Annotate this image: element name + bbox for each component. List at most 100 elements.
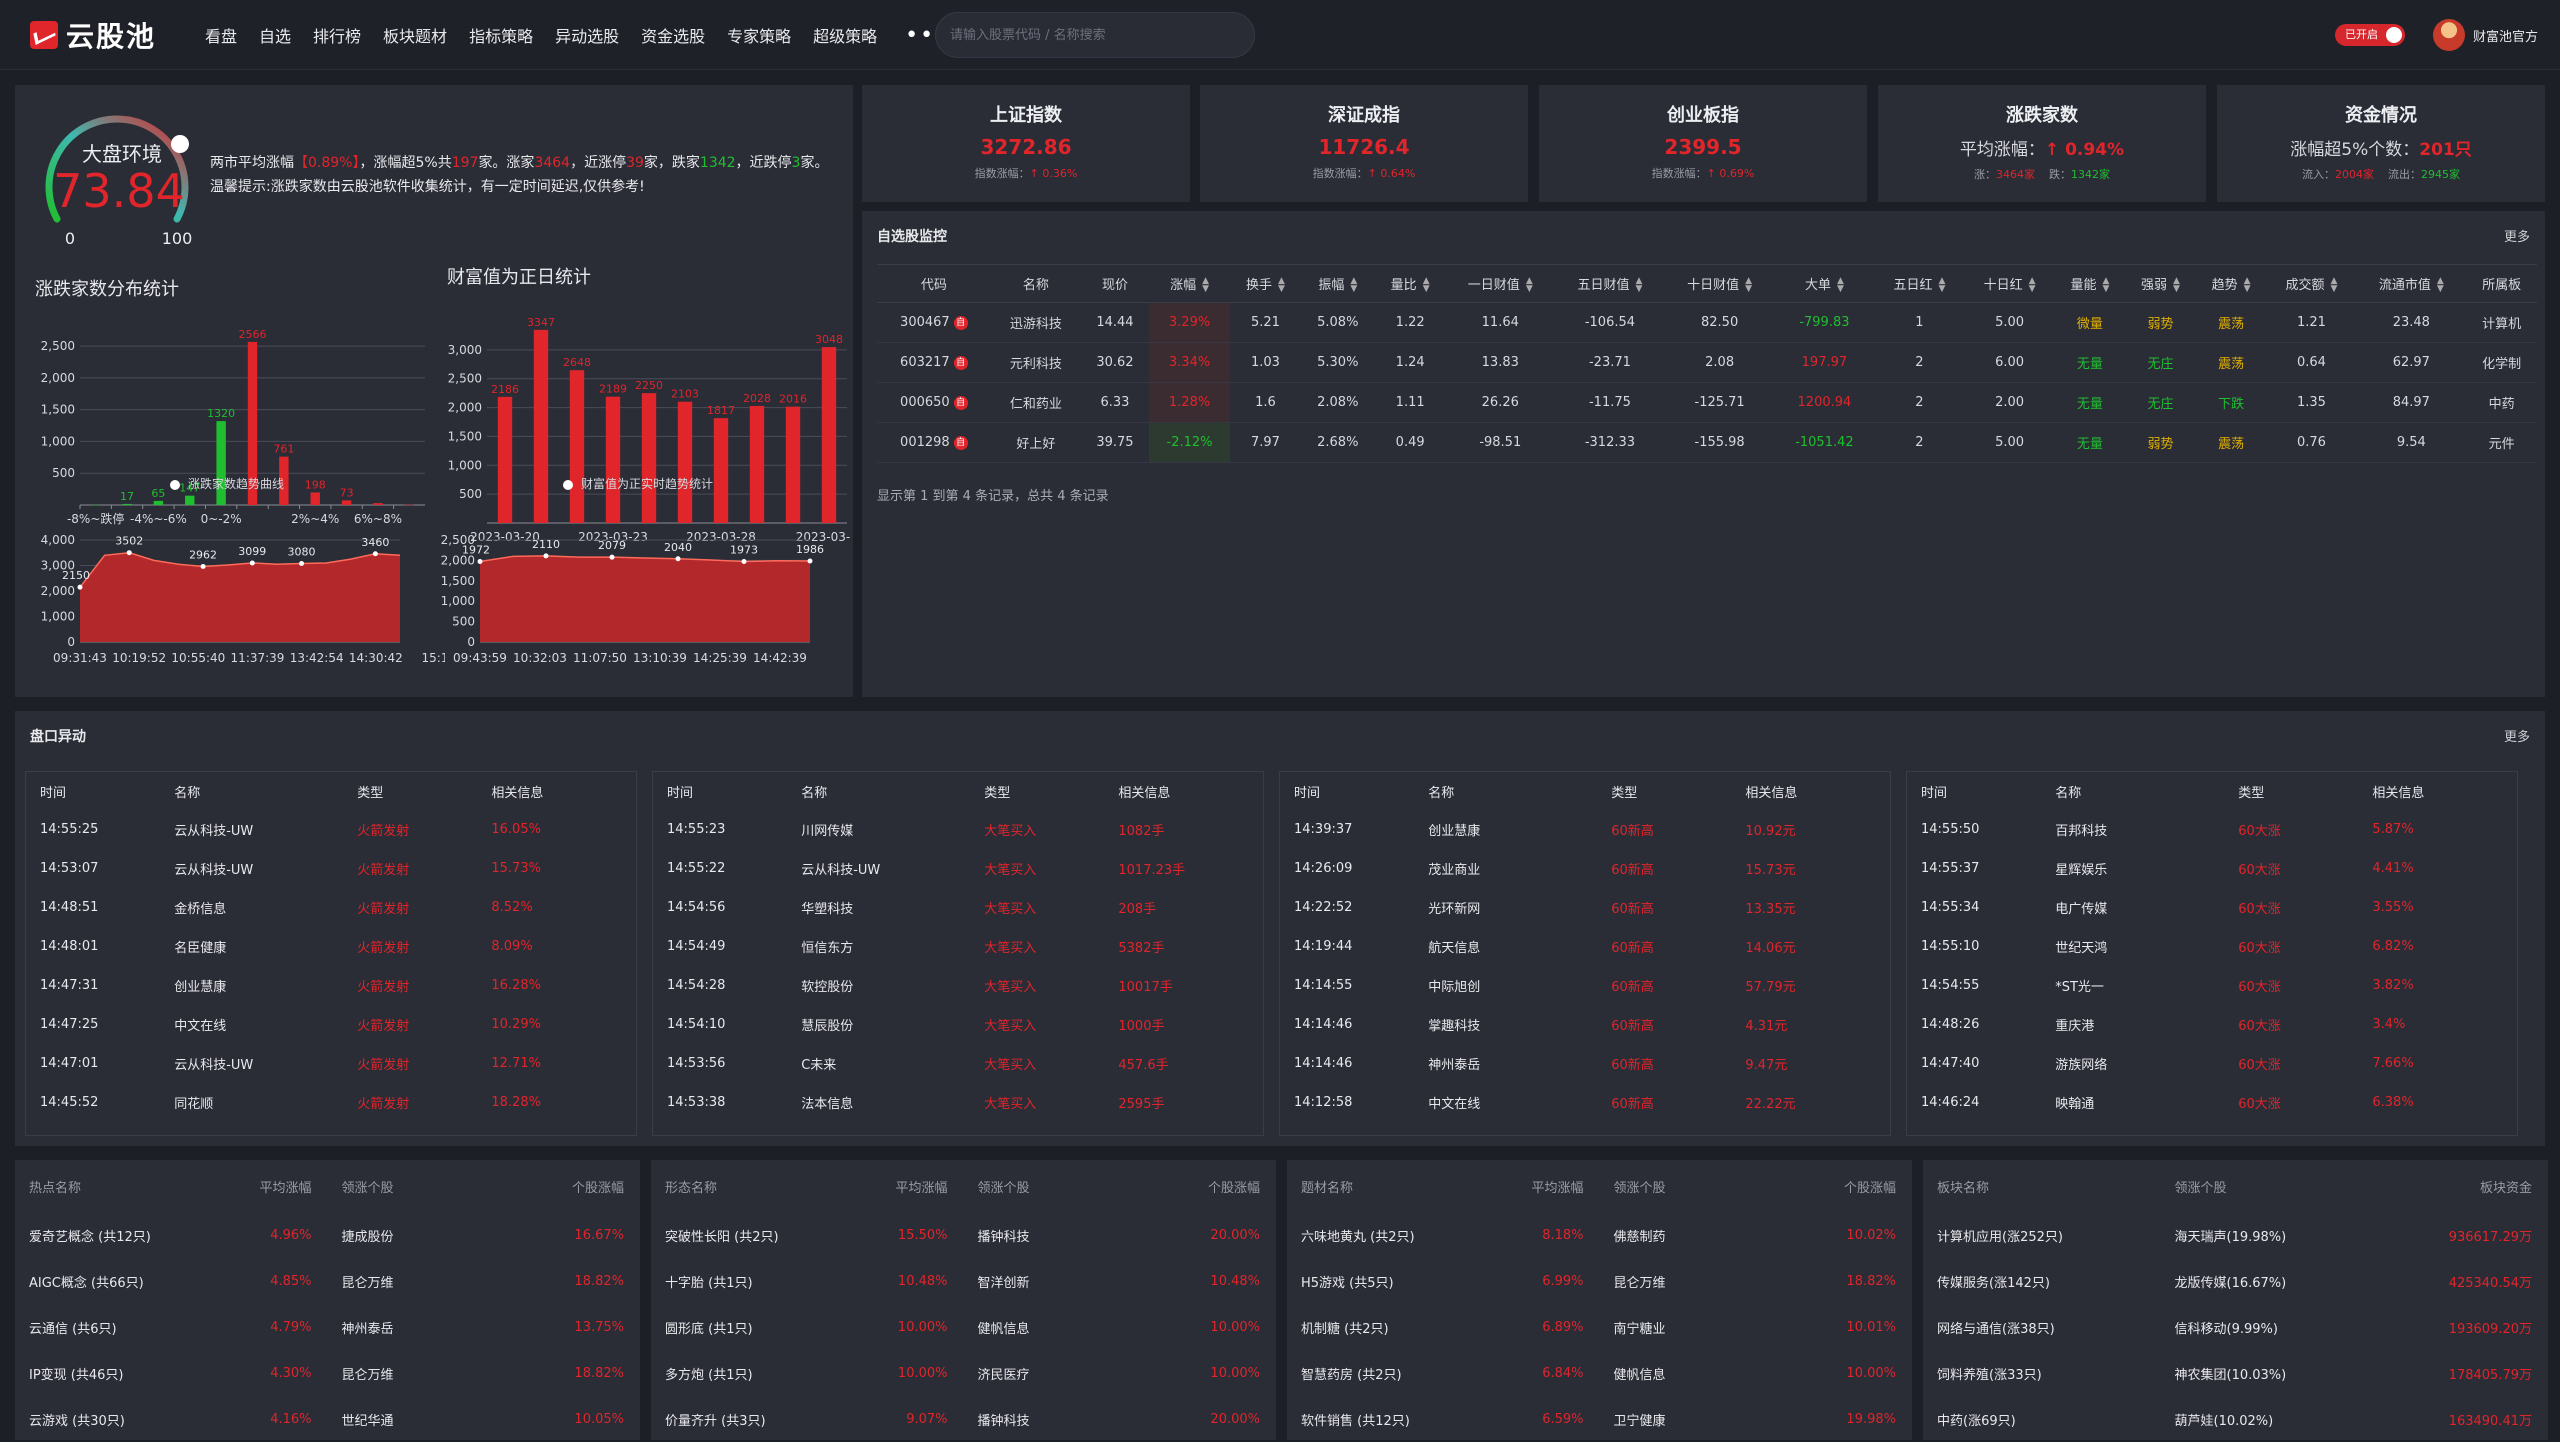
column-header[interactable]: 一日财值 ▲ ▼ <box>1445 264 1556 303</box>
movement-row[interactable]: 14:47:01 云从科技-UW 火箭发射 12.71% <box>26 1044 636 1083</box>
table-row[interactable]: 突破性长阳 (共2只) 15.50% 播钟科技 20.00% <box>651 1212 1276 1258</box>
column-header[interactable]: 大单 ▲ ▼ <box>1774 264 1875 303</box>
index-card-chinext[interactable]: 创业板指 2399.5 指数涨幅：↑ 0.69% <box>1539 85 1867 202</box>
table-row[interactable]: 软件销售 (共12只) 6.59% 卫宁健康 19.98% <box>1287 1396 1912 1442</box>
sort-icon[interactable]: ▲ ▼ <box>1278 277 1285 294</box>
movement-row[interactable]: 14:12:58 中文在线 60新高 22.22元 <box>1280 1083 1890 1122</box>
table-row[interactable]: 传媒服务(涨142只) 龙版传媒(16.67%) 425340.54万 <box>1923 1258 2548 1304</box>
table-row[interactable]: IP变现 (共46只) 4.30% 昆仑万维 18.82% <box>15 1350 640 1396</box>
sort-icon[interactable]: ▲ ▼ <box>1202 277 1209 294</box>
movement-row[interactable]: 14:14:46 神州泰岳 60新高 9.47元 <box>1280 1044 1890 1083</box>
sort-icon[interactable]: ▲ ▼ <box>1745 277 1752 294</box>
movement-row[interactable]: 14:54:28 软控股份 大笔买入 10017手 <box>653 966 1263 1005</box>
column-header[interactable]: 成交额 ▲ ▼ <box>2266 264 2357 303</box>
table-row[interactable]: 网络与通信(涨38只) 信科移动(9.99%) 193609.20万 <box>1923 1304 2548 1350</box>
sort-icon[interactable]: ▲ ▼ <box>2029 277 2036 294</box>
column-header[interactable]: 量比 ▲ ▼ <box>1374 264 1446 303</box>
movement-row[interactable]: 14:54:10 慧辰股份 大笔买入 1000手 <box>653 1005 1263 1044</box>
sort-icon[interactable]: ▲ ▼ <box>1837 277 1844 294</box>
column-header[interactable]: 十日财值 ▲ ▼ <box>1664 264 1775 303</box>
table-row[interactable]: 十字胎 (共1只) 10.48% 智洋创新 10.48% <box>651 1258 1276 1304</box>
table-row[interactable]: 智慧药房 (共2只) 6.84% 健帆信息 10.00% <box>1287 1350 1912 1396</box>
movement-row[interactable]: 14:26:09 茂业商业 60新高 15.73元 <box>1280 849 1890 888</box>
table-row[interactable]: 圆形底 (共1只) 10.00% 健帆信息 10.00% <box>651 1304 1276 1350</box>
table-row[interactable]: 中药(涨69只) 葫芦娃(10.02%) 163490.41万 <box>1923 1396 2548 1442</box>
column-header[interactable]: 振幅 ▲ ▼ <box>1300 264 1375 303</box>
movement-row[interactable]: 14:55:10 世纪天鸿 60大涨 6.82% <box>1907 927 2517 966</box>
user-name[interactable]: 财富池官方 <box>2473 26 2538 45</box>
column-header[interactable]: 涨幅 ▲ ▼ <box>1148 264 1231 303</box>
sort-icon[interactable]: ▲ ▼ <box>1423 277 1430 294</box>
nav-item-indicator-strategy[interactable]: 指标策略 <box>469 23 533 47</box>
table-row[interactable]: 多方炮 (共1只) 10.00% 济民医疗 10.00% <box>651 1350 1276 1396</box>
movement-row[interactable]: 14:39:37 创业慧康 60新高 10.92元 <box>1280 810 1890 849</box>
nav-item-super-strategy[interactable]: 超级策略 <box>813 23 877 47</box>
movement-more-link[interactable]: 更多 <box>2504 726 2530 745</box>
sort-icon[interactable]: ▲ ▼ <box>1526 277 1533 294</box>
movement-row[interactable]: 14:53:56 C未来 大笔买入 457.6手 <box>653 1044 1263 1083</box>
table-row[interactable]: 计算机应用(涨252只) 海天瑞声(19.98%) 936617.29万 <box>1923 1212 2548 1258</box>
movement-row[interactable]: 14:48:51 金桥信息 火箭发射 8.52% <box>26 888 636 927</box>
movement-row[interactable]: 14:47:40 游族网络 60大涨 7.66% <box>1907 1044 2517 1083</box>
movement-row[interactable]: 14:55:50 百邦科技 60大涨 5.87% <box>1907 810 2517 849</box>
movement-row[interactable]: 14:48:01 名臣健康 火箭发射 8.09% <box>26 927 636 966</box>
movement-row[interactable]: 14:45:52 同花顺 火箭发射 18.28% <box>26 1083 636 1122</box>
movement-row[interactable]: 14:54:49 恒信东方 大笔买入 5382手 <box>653 927 1263 966</box>
sort-icon[interactable]: ▲ ▼ <box>1938 277 1945 294</box>
stock-search-input[interactable] <box>935 12 1255 58</box>
index-card-shanghai[interactable]: 上证指数 3272.86 指数涨幅：↑ 0.36% <box>862 85 1190 202</box>
table-row[interactable]: 机制糖 (共2只) 6.89% 南宁糖业 10.01% <box>1287 1304 1912 1350</box>
feature-toggle[interactable]: 已开启 <box>2335 24 2405 46</box>
column-header[interactable]: 十日红 ▲ ▼ <box>1964 264 2055 303</box>
movement-row[interactable]: 14:19:44 航天信息 60新高 14.06元 <box>1280 927 1890 966</box>
movement-row[interactable]: 14:14:46 掌趣科技 60新高 4.31元 <box>1280 1005 1890 1044</box>
watchlist-more-link[interactable]: 更多 <box>2504 226 2530 245</box>
movement-row[interactable]: 14:55:22 云从科技-UW 大笔买入 1017.23手 <box>653 849 1263 888</box>
movement-row[interactable]: 14:47:25 中文在线 火箭发射 10.29% <box>26 1005 636 1044</box>
movement-row[interactable]: 14:54:56 华塑科技 大笔买入 208手 <box>653 888 1263 927</box>
nav-item-ranking[interactable]: 排行榜 <box>313 23 361 47</box>
sort-icon[interactable]: ▲ ▼ <box>2102 277 2109 294</box>
table-row[interactable]: 云通信 (共6只) 4.79% 神州泰岳 13.75% <box>15 1304 640 1350</box>
table-row[interactable]: 000650 自仁和药业 6.33 1.28% 1.6 2.08% 1.11 26.26 -11… <box>877 382 2537 423</box>
index-card-shenzhen[interactable]: 深证成指 11726.4 指数涨幅：↑ 0.64% <box>1200 85 1528 202</box>
sort-icon[interactable]: ▲ ▼ <box>2437 277 2444 294</box>
column-header[interactable]: 量能 ▲ ▼ <box>2054 264 2126 303</box>
column-header[interactable]: 五日财值 ▲ ▼ <box>1555 264 1665 303</box>
column-header[interactable]: 换手 ▲ ▼ <box>1230 264 1301 303</box>
movement-row[interactable]: 14:48:26 重庆港 60大涨 3.4% <box>1907 1005 2517 1044</box>
sort-icon[interactable]: ▲ ▼ <box>2173 277 2180 294</box>
table-row[interactable]: 爱奇艺概念 (共12只) 4.96% 捷成股份 16.67% <box>15 1212 640 1258</box>
movement-row[interactable]: 14:53:07 云从科技-UW 火箭发射 15.73% <box>26 849 636 888</box>
table-row[interactable]: AIGC概念 (共66只) 4.85% 昆仑万维 18.82% <box>15 1258 640 1304</box>
index-card-funds[interactable]: 资金情况 涨幅超5%个数：201只 流入：2004家 流出：2945家 <box>2217 85 2545 202</box>
table-row[interactable]: 001298 自好上好 39.75 -2.12% 7.97 2.68% 0.49 -98.51… <box>877 422 2537 463</box>
nav-item-sectors[interactable]: 板块题材 <box>383 23 447 47</box>
nav-item-expert-strategy[interactable]: 专家策略 <box>727 23 791 47</box>
sort-icon[interactable]: ▲ ▼ <box>2244 277 2251 294</box>
table-row[interactable]: 饲料养殖(涨33只) 神农集团(10.03%) 178405.79万 <box>1923 1350 2548 1396</box>
nav-item-fund-picks[interactable]: 资金选股 <box>641 23 705 47</box>
table-row[interactable]: H5游戏 (共5只) 6.99% 昆仑万维 18.82% <box>1287 1258 1912 1304</box>
movement-row[interactable]: 14:55:25 云从科技-UW 火箭发射 16.05% <box>26 810 636 849</box>
table-row[interactable]: 300467 自迅游科技 14.44 3.29% 5.21 5.08% 1.22 11.64-… <box>877 302 2537 343</box>
column-header[interactable]: 五日红 ▲ ▼ <box>1874 264 1965 303</box>
logo[interactable]: 云股池 <box>30 18 156 53</box>
nav-item-anomaly-picks[interactable]: 异动选股 <box>555 23 619 47</box>
avatar[interactable] <box>2433 19 2465 51</box>
movement-row[interactable]: 14:14:55 中际旭创 60新高 57.79元 <box>1280 966 1890 1005</box>
sort-icon[interactable]: ▲ ▼ <box>1635 277 1642 294</box>
column-header[interactable]: 流通市值 ▲ ▼ <box>2356 264 2467 303</box>
movement-row[interactable]: 14:53:38 法本信息 大笔买入 2595手 <box>653 1083 1263 1122</box>
table-row[interactable]: 603217 自元利科技 30.62 3.34% 1.03 5.30% 1.24 13.83-… <box>877 342 2537 383</box>
nav-item-kanpan[interactable]: 看盘 <box>205 23 237 47</box>
movement-row[interactable]: 14:55:37 星辉娱乐 60大涨 4.41% <box>1907 849 2517 888</box>
movement-row[interactable]: 14:55:23 川网传媒 大笔买入 1082手 <box>653 810 1263 849</box>
table-row[interactable]: 价量齐升 (共3只) 9.07% 播钟科技 20.00% <box>651 1396 1276 1442</box>
column-header[interactable]: 趋势 ▲ ▼ <box>2195 264 2267 303</box>
movement-row[interactable]: 14:55:34 电广传媒 60大涨 3.55% <box>1907 888 2517 927</box>
movement-row[interactable]: 14:54:55 *ST光一 60大涨 3.82% <box>1907 966 2517 1005</box>
movement-row[interactable]: 14:46:24 映翰通 60大涨 6.38% <box>1907 1083 2517 1122</box>
index-card-advance-decline[interactable]: 涨跌家数 平均涨幅：↑ 0.94% 涨：3464家 跌：1342家 <box>1878 85 2206 202</box>
table-row[interactable]: 云游戏 (共30只) 4.16% 世纪华通 10.05% <box>15 1396 640 1442</box>
